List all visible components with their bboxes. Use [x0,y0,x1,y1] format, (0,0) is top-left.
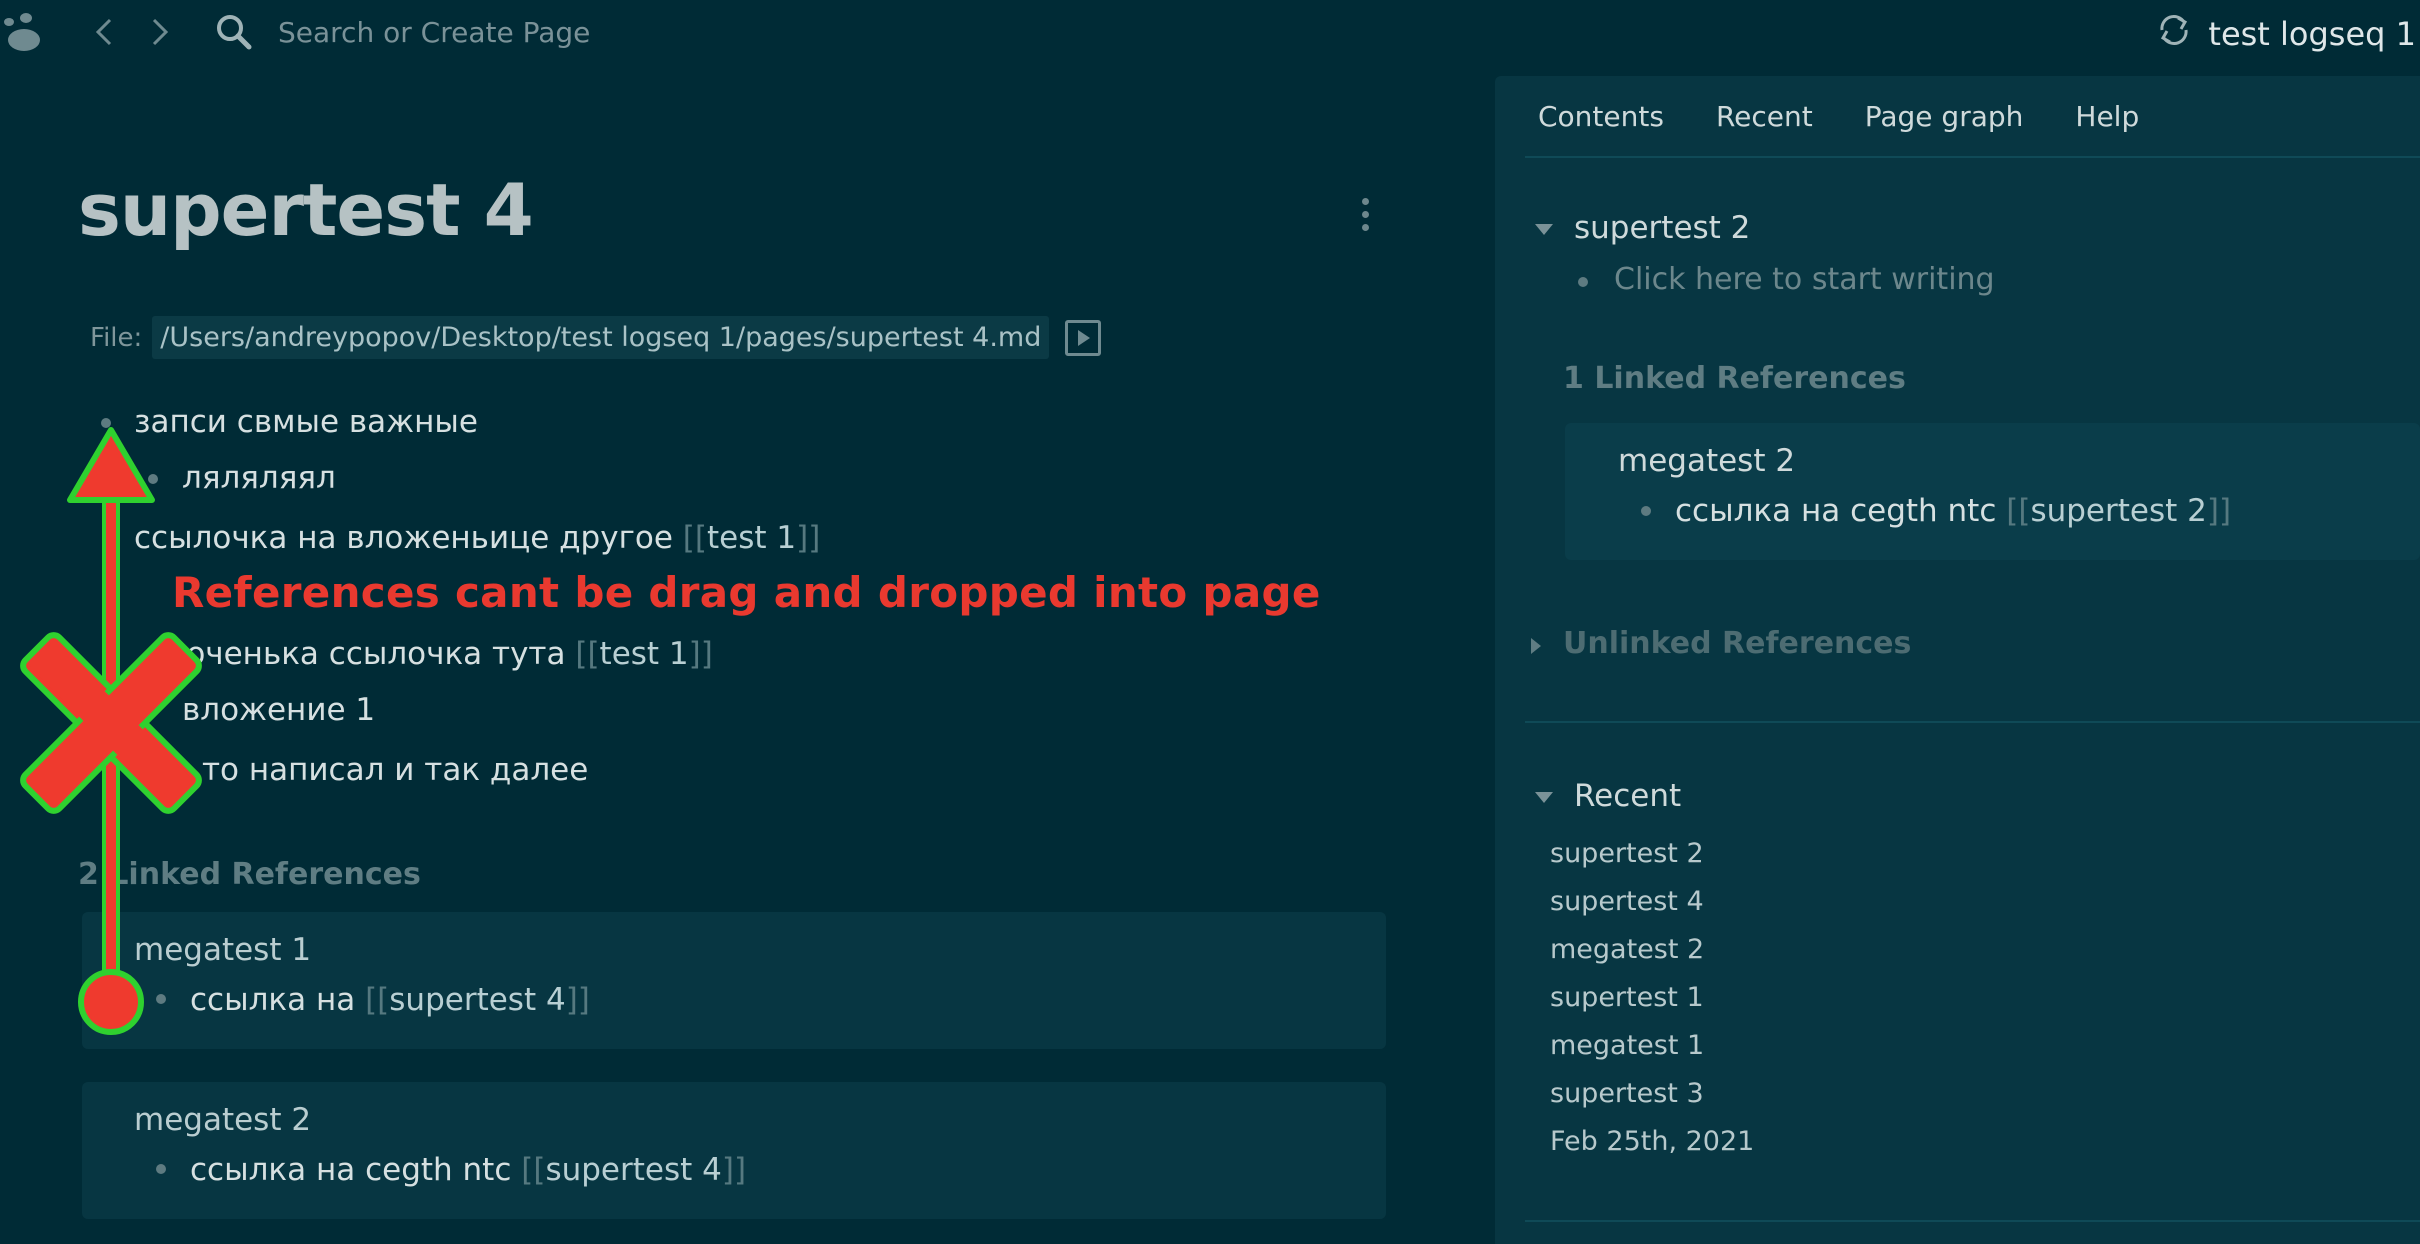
page-reference[interactable]: test 1 [600,636,689,672]
recent-item[interactable]: megatest 2 [1550,934,1704,965]
open-file-icon[interactable] [1065,320,1101,356]
block-bullet[interactable] [1641,506,1651,516]
page-reference[interactable]: test 1 [707,520,796,556]
tab-help[interactable]: Help [2075,100,2139,133]
bracket-close: ]] [796,520,821,556]
bracket-open: [[ [575,636,600,672]
recent-item[interactable]: megatest 1 [1550,1030,1704,1061]
bracket-close: ]] [688,636,713,672]
editor-placeholder[interactable]: Click here to start writing [1614,262,1995,297]
recent-item[interactable]: supertest 1 [1550,982,1704,1013]
divider [1525,1220,2420,1222]
reference-card: megatest 2 ссылка на cegth ntc [[superte… [1565,423,2420,560]
graph-selector[interactable]: test logseq 1 [2154,10,2420,58]
expand-toggle-icon[interactable] [1531,638,1541,654]
block-bullet [1578,277,1588,287]
recent-item[interactable]: Feb 25th, 2021 [1550,1126,1754,1157]
divider [1525,721,2420,723]
reference-block[interactable]: ссылка на cegth ntc [[supertest 2]] [1675,493,2231,529]
search-input[interactable]: Search or Create Page [278,16,590,49]
page-reference[interactable]: supertest 2 [2030,493,2206,529]
bracket-close: ]] [2206,493,2232,529]
right-sidebar: Contents Recent Page graph Help supertes… [1495,76,2420,1244]
file-path-link[interactable]: /Users/andreypopov/Desktop/test logseq 1… [152,316,1050,359]
bracket-open: [[ [521,1152,546,1188]
tab-recent[interactable]: Recent [1716,100,1813,133]
collapse-toggle-icon[interactable] [1535,224,1553,235]
bracket-open: [[ [682,520,707,556]
bracket-close: ]] [565,982,590,1018]
page-reference[interactable]: supertest 4 [389,982,565,1018]
reference-card: megatest 1 ссылка на [[supertest 4]] [82,912,1386,1049]
contents-page-title[interactable]: supertest 2 [1574,210,1750,246]
reference-block[interactable]: ссылка на cegth ntc [[supertest 4]] [190,1152,746,1188]
bracket-open: [[ [2006,493,2031,529]
block-text: ссылка на cegth ntc [190,1152,522,1188]
unlinked-references-heading[interactable]: Unlinked References [1563,626,1911,661]
recent-item[interactable]: supertest 3 [1550,1078,1704,1109]
bracket-close: ]] [721,1152,747,1188]
block-bullet[interactable] [156,1164,166,1174]
more-options-icon[interactable] [1357,198,1373,238]
recent-item[interactable]: supertest 2 [1550,838,1704,869]
divider [1525,156,2420,158]
recent-title[interactable]: Recent [1574,778,1681,814]
graph-name: test logseq 1 [2208,15,2416,53]
bracket-open: [[ [365,982,390,1018]
tab-page-graph[interactable]: Page graph [1865,100,2024,133]
recent-item[interactable]: supertest 4 [1550,886,1704,917]
sync-icon [2154,10,2194,58]
block-text: ссылка на cegth ntc [1675,493,2007,529]
tab-contents[interactable]: Contents [1538,100,1664,133]
page-reference[interactable]: supertest 4 [545,1152,721,1188]
linked-references-heading[interactable]: 1 Linked References [1563,361,1906,396]
reference-card: megatest 2 ссылка на cegth ntc [[superte… [82,1082,1386,1219]
top-bar: Search or Create Page test logseq 1 [0,0,2420,66]
collapse-toggle-icon[interactable] [1535,792,1553,803]
annotation-text: References cant be drag and dropped into… [172,568,1321,617]
reference-page-title[interactable]: megatest 2 [1618,443,1795,479]
sidebar-tabs: Contents Recent Page graph Help [1538,100,2139,133]
drag-arrow-annotation [20,427,202,1035]
reference-page-title[interactable]: megatest 2 [134,1102,311,1138]
